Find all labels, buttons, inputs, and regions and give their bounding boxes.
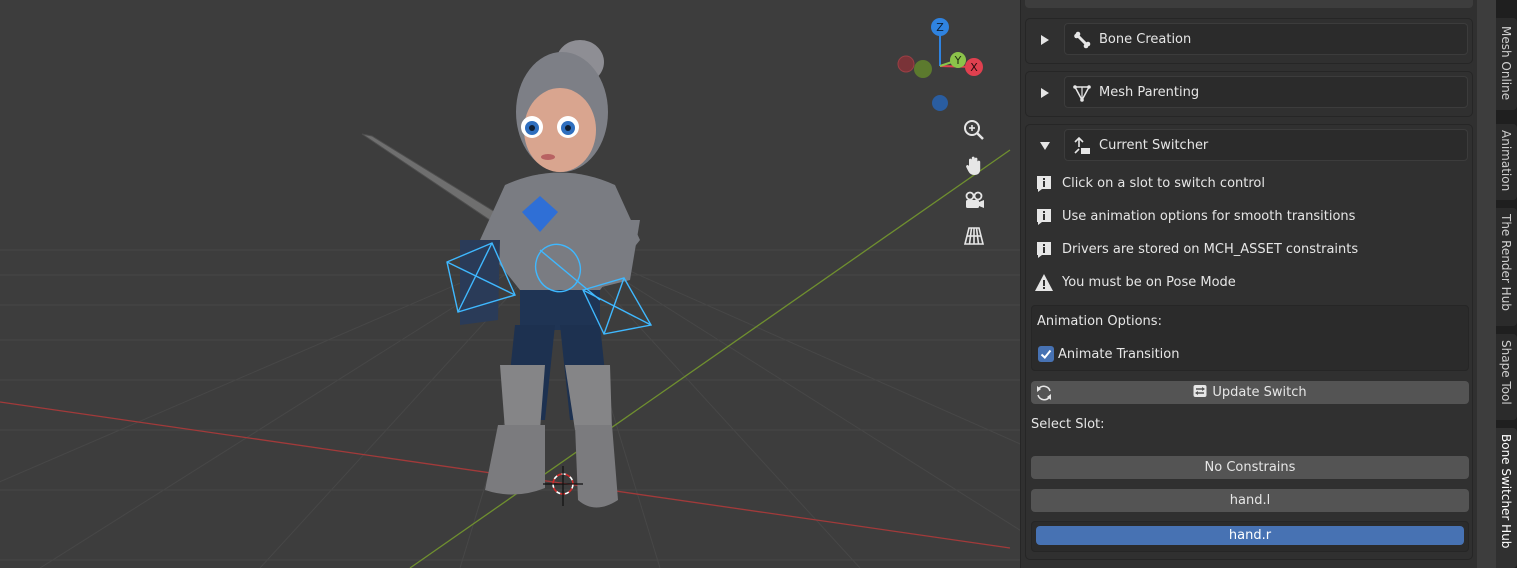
section-title: Mesh Parenting xyxy=(1099,85,1200,100)
animation-options-box: Animation Options: Animate Transition xyxy=(1031,305,1469,371)
tab-the-render-hub[interactable]: The Render Hub xyxy=(1496,208,1517,326)
tab-mesh-online[interactable]: Mesh Online xyxy=(1496,18,1517,110)
update-switch-button[interactable]: Update Switch xyxy=(1031,381,1469,404)
camera-icon[interactable] xyxy=(958,185,990,217)
sidebar-panel: Bone Creation Mesh Parenting Current Swi… xyxy=(1020,0,1477,568)
section-bone-creation: Bone Creation xyxy=(1025,18,1473,64)
slot-hand-l-button[interactable]: hand.l xyxy=(1031,489,1469,512)
gizmo-y-label: Y xyxy=(954,54,962,67)
animate-transition-label[interactable]: Animate Transition xyxy=(1058,347,1179,362)
switch-icon xyxy=(1074,137,1090,154)
checkmark-icon xyxy=(1040,349,1052,359)
info-row-drivers: Drivers are stored on MCH_ASSET constrai… xyxy=(1032,238,1468,262)
info-text: Use animation options for smooth transit… xyxy=(1062,209,1356,224)
hand-pan-icon[interactable] xyxy=(958,150,990,182)
tab-shape-tool[interactable]: Shape Tool xyxy=(1496,334,1517,420)
perspective-grid-icon[interactable] xyxy=(958,220,990,252)
warning-icon xyxy=(1035,274,1053,291)
tab-label: Shape Tool xyxy=(1499,340,1513,405)
tab-bone-switcher-hub[interactable]: Bone Switcher Hub xyxy=(1496,428,1517,568)
info-text: Drivers are stored on MCH_ASSET constrai… xyxy=(1062,242,1359,257)
select-slot-label: Select Slot: xyxy=(1031,417,1105,432)
info-icon xyxy=(1037,242,1051,258)
slot-no-constrains-button[interactable]: No Constrains xyxy=(1031,456,1469,479)
info-text: You must be on Pose Mode xyxy=(1062,275,1236,290)
3d-viewport[interactable]: Y X Z xyxy=(0,0,1020,568)
tab-label: Animation xyxy=(1499,130,1513,192)
character-model[interactable] xyxy=(460,40,640,508)
info-row-animation-options: Use animation options for smooth transit… xyxy=(1032,205,1468,229)
bone-creation-title-box[interactable]: Bone Creation xyxy=(1064,23,1468,55)
update-switch-label: Update Switch xyxy=(1212,385,1307,400)
slot-hand-r-button[interactable]: hand.r xyxy=(1036,526,1464,545)
current-switcher-title-box[interactable]: Current Switcher xyxy=(1064,129,1468,161)
bone-icon xyxy=(1074,31,1091,49)
mesh-parenting-header[interactable]: Mesh Parenting xyxy=(1026,72,1472,116)
collapse-arrow-icon[interactable] xyxy=(1040,141,1050,151)
gizmo-z-label: Z xyxy=(936,21,944,34)
scene-canvas: Y X Z xyxy=(0,18,1020,568)
region-gap xyxy=(1477,0,1496,568)
section-title: Bone Creation xyxy=(1099,32,1192,47)
section-current-switcher: Current Switcher Click on a slot to swit… xyxy=(1025,124,1473,560)
section-mesh-parenting: Mesh Parenting xyxy=(1025,71,1473,117)
info-row-click-slot: Click on a slot to switch control xyxy=(1032,172,1468,196)
expand-arrow-icon[interactable] xyxy=(1040,35,1050,45)
active-slot-box: hand.r xyxy=(1031,521,1469,552)
section-title: Current Switcher xyxy=(1099,138,1209,153)
sidebar-tabs: Mesh Online Animation The Render Hub Sha… xyxy=(1496,0,1517,568)
tab-animation[interactable]: Animation xyxy=(1496,124,1517,200)
navigation-gizmo[interactable]: Y X Z xyxy=(897,18,983,111)
info-row-pose-mode: You must be on Pose Mode xyxy=(1032,271,1468,295)
gizmo-x-label: X xyxy=(970,61,978,74)
info-text: Click on a slot to switch control xyxy=(1062,176,1265,191)
tab-label: Mesh Online xyxy=(1499,26,1513,101)
mesh-icon xyxy=(1073,85,1091,102)
info-icon xyxy=(1037,209,1051,225)
animate-transition-checkbox[interactable] xyxy=(1038,346,1054,362)
tab-label: The Render Hub xyxy=(1499,214,1513,311)
refresh-icon xyxy=(1037,385,1051,401)
mesh-parenting-title-box[interactable]: Mesh Parenting xyxy=(1064,76,1468,108)
bone-creation-header[interactable]: Bone Creation xyxy=(1026,19,1472,63)
info-icon xyxy=(1037,176,1051,192)
expand-arrow-icon[interactable] xyxy=(1040,88,1050,98)
animation-options-label: Animation Options: xyxy=(1037,314,1162,329)
switch-arrows-icon xyxy=(1193,385,1207,397)
current-switcher-header[interactable]: Current Switcher xyxy=(1026,125,1472,169)
panel-top-edge xyxy=(1025,0,1473,8)
tab-label: Bone Switcher Hub xyxy=(1499,434,1513,549)
zoom-icon[interactable] xyxy=(958,114,990,146)
